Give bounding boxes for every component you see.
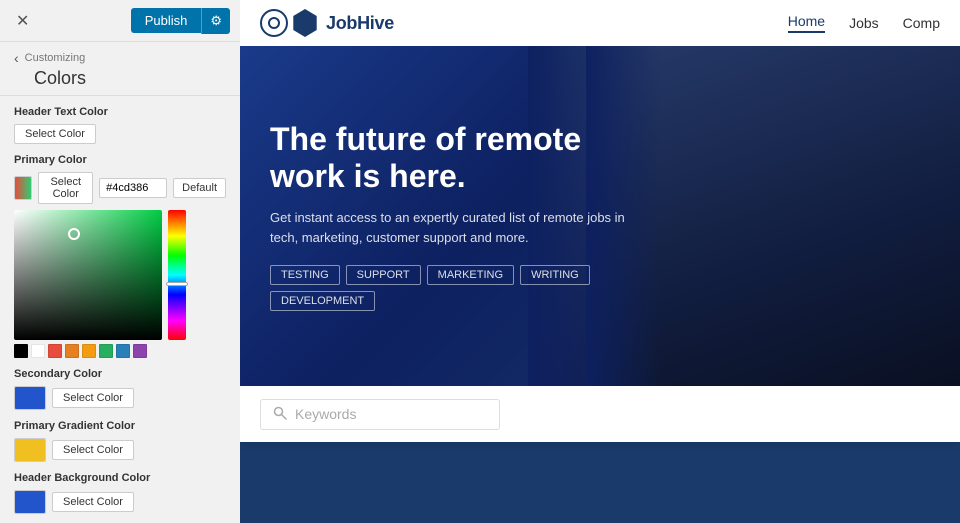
hue-thumb [166,282,188,286]
header-text-select-button[interactable]: Select Color [14,124,96,144]
primary-swatch-gradient [15,177,31,199]
primary-gradient-row: Select Color [14,438,226,462]
header-text-color-row: Select Color [14,124,226,144]
primary-color-label: Primary Color [14,154,226,166]
secondary-swatch [15,387,45,409]
secondary-color-label: Secondary Color [14,368,226,380]
header-bg-label: Header Background Color [14,472,226,484]
search-input-area: Keywords [260,399,500,430]
swatch-orange[interactable] [65,344,79,358]
website-nav: JobHive Home Jobs Comp [240,0,960,46]
header-bg-row: Select Color [14,490,226,514]
nav-comp-link[interactable]: Comp [903,15,940,31]
tag-support[interactable]: SUPPORT [346,265,421,285]
swatch-black[interactable] [14,344,28,358]
color-picker [14,210,226,358]
breadcrumb-title: Colors [14,68,226,89]
hero-section: The future of remote work is here. Get i… [240,46,960,386]
primary-swatch-button[interactable] [14,176,32,200]
logo-circle-icon [260,9,288,37]
tag-writing[interactable]: WRITING [520,265,590,285]
color-gradient-box[interactable] [14,210,162,340]
top-bar: ✕ Publish ⚙ [0,0,240,42]
search-icon [273,406,287,423]
nav-jobs-link[interactable]: Jobs [849,15,879,31]
secondary-swatch-button[interactable] [14,386,46,410]
nav-links: Home Jobs Comp [788,13,940,33]
gradient-swatch-button[interactable] [14,438,46,462]
header-bg-swatch-button[interactable] [14,490,46,514]
secondary-select-button[interactable]: Select Color [52,388,134,408]
panel-content: Header Text Color Select Color Primary C… [0,96,240,523]
nav-home-link[interactable]: Home [788,13,825,33]
publish-button[interactable]: Publish [131,8,202,33]
breadcrumb-area: ‹ Customizing Colors [0,42,240,96]
breadcrumb-sub: Customizing [25,52,86,64]
gradient-select-button[interactable]: Select Color [52,440,134,460]
tag-development[interactable]: DEVELOPMENT [270,291,375,311]
nav-logo-icons [260,9,318,37]
header-text-color-label: Header Text Color [14,106,226,118]
search-placeholder: Keywords [295,406,356,422]
tag-marketing[interactable]: MARKETING [427,265,514,285]
gradient-value [14,210,162,340]
hero-subtitle: Get instant access to an expertly curate… [270,208,630,247]
swatch-white[interactable] [31,344,45,358]
tag-testing[interactable]: TESTING [270,265,340,285]
search-area: Keywords [240,386,960,442]
swatch-yellow[interactable] [82,344,96,358]
primary-hex-input[interactable] [99,178,167,198]
header-bg-swatch [15,491,45,513]
publish-gear-button[interactable]: ⚙ [201,8,230,34]
nav-logo-area: JobHive [260,9,778,37]
color-swatches-row [14,344,162,358]
swatch-green[interactable] [99,344,113,358]
publish-area: Publish ⚙ [131,8,230,34]
primary-gradient-label: Primary Gradient Color [14,420,226,432]
header-bg-select-button[interactable]: Select Color [52,492,134,512]
website-preview: JobHive Home Jobs Comp The future of rem… [240,0,960,523]
primary-default-button[interactable]: Default [173,178,226,198]
close-button[interactable]: ✕ [10,9,35,33]
gradient-swatch [15,439,45,461]
hero-title: The future of remote work is here. [270,121,630,195]
logo-inner-icon [266,15,282,31]
hero-tags: TESTING SUPPORT MARKETING WRITING DEVELO… [270,265,630,311]
swatch-purple[interactable] [133,344,147,358]
swatch-blue[interactable] [116,344,130,358]
customizer-panel: ✕ Publish ⚙ ‹ Customizing Colors Header … [0,0,240,523]
color-hue-bar[interactable] [168,210,186,340]
secondary-color-row: Select Color [14,386,226,410]
primary-color-row: Select Color Default [14,172,226,204]
swatch-red[interactable] [48,344,62,358]
logo-hex-icon [292,9,318,37]
nav-brand: JobHive [326,13,394,34]
back-button[interactable]: ‹ [14,50,19,66]
back-row: ‹ Customizing [14,50,226,66]
hero-content: The future of remote work is here. Get i… [240,91,660,342]
primary-select-button[interactable]: Select Color [38,172,93,204]
